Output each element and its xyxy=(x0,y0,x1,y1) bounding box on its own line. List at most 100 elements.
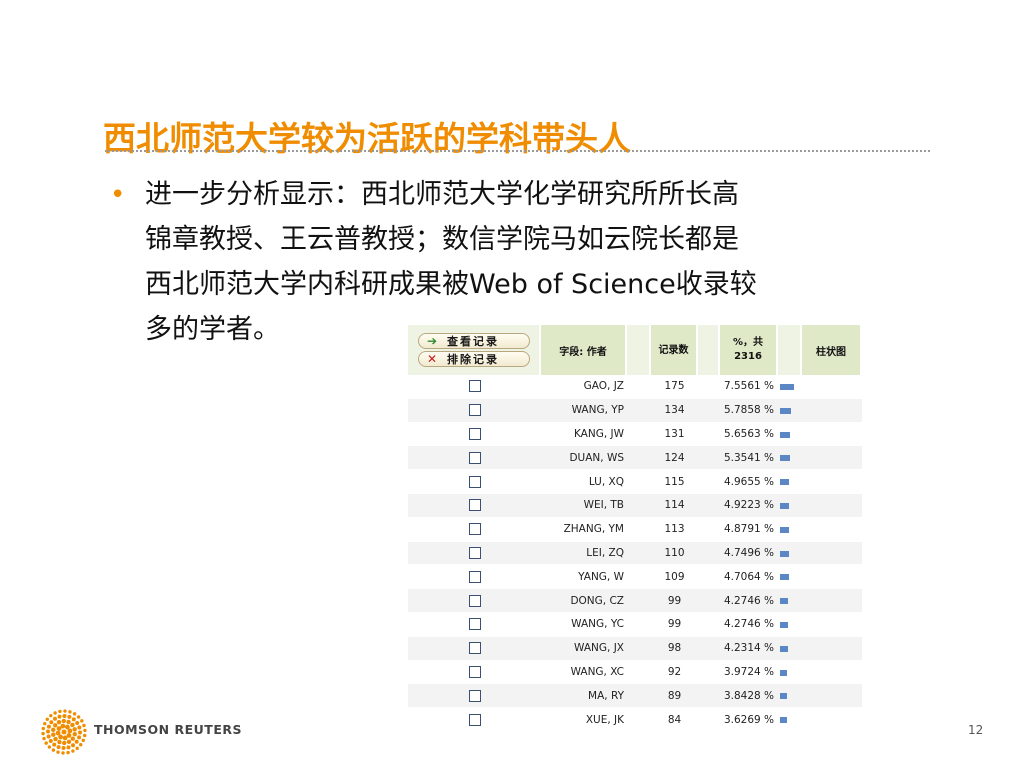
row-checkbox-cell xyxy=(408,427,541,440)
row-checkbox[interactable] xyxy=(468,475,481,488)
row-checkbox-cell xyxy=(408,618,541,631)
row-checkbox[interactable] xyxy=(468,546,481,559)
bar-cell xyxy=(780,470,862,493)
count-cell: 114 xyxy=(664,499,685,512)
table-row: MA, RY 89 3.8428 % xyxy=(408,684,862,709)
record-actions: ➔ 查看记录 ✕ 排除记录 xyxy=(408,325,541,375)
row-checkbox[interactable] xyxy=(468,570,481,583)
slide-title: 西北师范大学较为活跃的学科带头人 xyxy=(103,119,631,158)
bar-mark xyxy=(780,479,789,486)
bar-mark xyxy=(780,574,789,581)
count-cell: 175 xyxy=(664,380,685,393)
bar-cell xyxy=(780,708,862,731)
row-checkbox-cell xyxy=(408,523,541,536)
row-checkbox-cell xyxy=(408,475,541,488)
header-count: 记录数 xyxy=(651,325,698,375)
exclude-records-button[interactable]: ✕ 排除记录 xyxy=(418,351,530,367)
count-cell: 84 xyxy=(667,713,682,726)
table-row: WEI, TB 114 4.9223 % xyxy=(408,493,862,518)
header-author: 字段: 作者 xyxy=(541,325,627,375)
row-checkbox[interactable] xyxy=(468,380,481,393)
percent-cell: 4.2746 % xyxy=(723,618,775,631)
row-checkbox-cell xyxy=(408,689,541,702)
table-row: WANG, JX 98 4.2314 % xyxy=(408,636,862,661)
author-cell: WANG, YC xyxy=(571,618,624,631)
bar-cell xyxy=(780,637,862,660)
view-records-button[interactable]: ➔ 查看记录 xyxy=(418,333,530,349)
bar-mark xyxy=(780,693,787,700)
bar-mark xyxy=(780,621,788,628)
row-checkbox[interactable] xyxy=(468,404,481,417)
bar-cell xyxy=(780,375,862,398)
bar-cell xyxy=(780,423,862,446)
bar-cell xyxy=(780,399,862,422)
bar-mark xyxy=(780,598,788,605)
row-checkbox[interactable] xyxy=(468,642,481,655)
table-row: WANG, XC 92 3.9724 % xyxy=(408,660,862,685)
count-cell: 98 xyxy=(667,642,682,655)
row-checkbox[interactable] xyxy=(468,499,481,512)
row-checkbox[interactable] xyxy=(468,618,481,631)
table-row: WANG, YC 99 4.2746 % xyxy=(408,612,862,637)
author-cell: GAO, JZ xyxy=(583,380,624,393)
row-checkbox-cell xyxy=(408,404,541,417)
percent-cell: 4.7064 % xyxy=(723,570,775,583)
row-checkbox[interactable] xyxy=(468,427,481,440)
count-cell: 115 xyxy=(664,475,685,488)
row-checkbox-cell xyxy=(408,451,541,464)
author-analysis-table: ➔ 查看记录 ✕ 排除记录 字段: 作者 记录数 %，共 2316 柱状图 GA… xyxy=(408,325,862,732)
row-checkbox[interactable] xyxy=(468,523,481,536)
percent-cell: 4.9655 % xyxy=(723,475,775,488)
view-records-label: 查看记录 xyxy=(447,335,499,348)
bar-mark xyxy=(780,431,790,438)
table-row: WANG, YP 134 5.7858 % xyxy=(408,398,862,423)
bar-cell xyxy=(780,684,862,707)
brand-name: THOMSON REUTERS xyxy=(94,722,243,737)
table-row: ZHANG, YM 113 4.8791 % xyxy=(408,517,862,542)
bar-mark xyxy=(780,455,790,462)
table-row: YANG, W 109 4.7064 % xyxy=(408,565,862,590)
row-checkbox[interactable] xyxy=(468,665,481,678)
bar-cell xyxy=(780,542,862,565)
percent-cell: 4.2314 % xyxy=(723,642,775,655)
header-bar-chart: 柱状图 xyxy=(802,325,862,375)
percent-cell: 3.9724 % xyxy=(723,665,775,678)
table-row: DUAN, WS 124 5.3541 % xyxy=(408,446,862,471)
close-icon: ✕ xyxy=(426,352,440,366)
row-checkbox-cell xyxy=(408,499,541,512)
count-cell: 113 xyxy=(664,523,685,536)
percent-cell: 5.3541 % xyxy=(723,451,775,464)
count-cell: 92 xyxy=(667,665,682,678)
table-header: ➔ 查看记录 ✕ 排除记录 字段: 作者 记录数 %，共 2316 柱状图 xyxy=(408,325,862,375)
bar-cell xyxy=(780,446,862,469)
row-checkbox[interactable] xyxy=(468,594,481,607)
count-cell: 110 xyxy=(664,546,685,559)
percent-cell: 4.8791 % xyxy=(723,523,775,536)
table-row: KANG, JW 131 5.6563 % xyxy=(408,422,862,447)
percent-cell: 4.7496 % xyxy=(723,546,775,559)
page-number: 12 xyxy=(968,723,984,737)
count-cell: 99 xyxy=(667,594,682,607)
row-checkbox[interactable] xyxy=(468,451,481,464)
percent-cell: 5.6563 % xyxy=(723,427,775,440)
author-cell: DUAN, WS xyxy=(569,451,624,464)
row-checkbox-cell xyxy=(408,380,541,393)
table-row: XUE, JK 84 3.6269 % xyxy=(408,708,862,732)
percent-cell: 3.6269 % xyxy=(723,713,775,726)
count-cell: 99 xyxy=(667,618,682,631)
row-checkbox-cell xyxy=(408,570,541,583)
table-row: LEI, ZQ 110 4.7496 % xyxy=(408,541,862,566)
row-checkbox-cell xyxy=(408,713,541,726)
author-cell: WANG, JX xyxy=(574,642,624,655)
table-row: LU, XQ 115 4.9655 % xyxy=(408,470,862,494)
bar-cell xyxy=(780,661,862,684)
author-cell: ZHANG, YM xyxy=(563,523,624,536)
author-cell: WANG, YP xyxy=(571,404,624,417)
row-checkbox-cell xyxy=(408,642,541,655)
table-row: DONG, CZ 99 4.2746 % xyxy=(408,589,862,613)
percent-cell: 7.5561 % xyxy=(723,380,775,393)
header-spacer xyxy=(627,325,651,375)
row-checkbox[interactable] xyxy=(468,713,481,726)
bar-mark xyxy=(780,526,789,533)
row-checkbox[interactable] xyxy=(468,689,481,702)
